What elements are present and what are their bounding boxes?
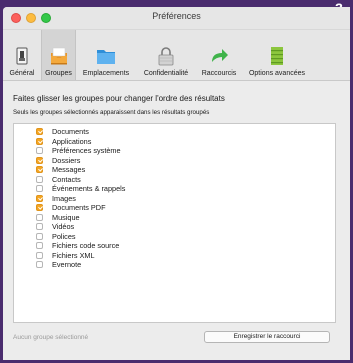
group-label: Polices bbox=[52, 231, 76, 241]
tab-groups[interactable]: Groupes bbox=[41, 30, 76, 80]
group-label: Musique bbox=[52, 212, 80, 222]
preferences-toolbar: Général Groupes Emplacements Confidentia… bbox=[3, 30, 350, 81]
group-row[interactable]: Fichiers code source bbox=[14, 241, 335, 251]
tab-shortcuts[interactable]: Raccourcis bbox=[196, 30, 242, 80]
groups-panel: Faites glisser les groupes pour changer … bbox=[3, 80, 350, 360]
group-checkbox[interactable] bbox=[36, 261, 43, 268]
advanced-options-icon bbox=[271, 47, 283, 65]
group-checkbox[interactable] bbox=[36, 137, 43, 145]
group-row[interactable]: Polices bbox=[14, 232, 335, 242]
switch-icon bbox=[16, 47, 28, 65]
group-label: Applications bbox=[52, 136, 92, 146]
group-checkbox[interactable] bbox=[36, 147, 43, 154]
group-label: Fichiers XML bbox=[52, 250, 95, 260]
group-label: Images bbox=[52, 193, 76, 203]
group-row[interactable]: Fichiers XML bbox=[14, 251, 335, 261]
shortcut-arrow-icon bbox=[212, 49, 228, 62]
tab-privacy[interactable]: Confidentialité bbox=[136, 30, 196, 80]
save-shortcut-button[interactable]: Enregistrer le raccourci bbox=[204, 331, 330, 343]
group-checkbox[interactable] bbox=[36, 232, 43, 240]
group-checkbox[interactable] bbox=[36, 223, 43, 230]
group-row[interactable]: Vidéos bbox=[14, 222, 335, 232]
group-label: Événements & rappels bbox=[52, 184, 126, 193]
group-checkbox[interactable] bbox=[36, 156, 43, 164]
group-row[interactable]: Préférences système bbox=[14, 146, 335, 156]
panel-heading: Faites glisser les groupes pour changer … bbox=[13, 94, 225, 103]
preferences-window: Préférences Général Groupes Emplacements… bbox=[3, 7, 350, 360]
group-checkbox[interactable] bbox=[36, 194, 43, 202]
group-label: Préférences système bbox=[52, 146, 121, 155]
group-label: Vidéos bbox=[52, 222, 75, 231]
group-row[interactable]: Images bbox=[14, 194, 335, 204]
group-row[interactable]: Musique bbox=[14, 213, 335, 223]
group-row[interactable]: Applications bbox=[14, 137, 335, 147]
group-row[interactable]: Contacts bbox=[14, 175, 335, 185]
window-title: Préférences bbox=[152, 11, 201, 21]
group-row[interactable]: Documents bbox=[14, 127, 335, 137]
group-label: Evernote bbox=[52, 260, 82, 269]
group-label: Contacts bbox=[52, 174, 81, 184]
group-label: Documents PDF bbox=[52, 203, 106, 212]
groups-list[interactable]: Documents Applications Préférences système… bbox=[13, 123, 336, 323]
tab-general-label: Général bbox=[9, 70, 35, 77]
group-label: Documents bbox=[52, 127, 89, 136]
group-checkbox[interactable] bbox=[36, 185, 43, 192]
title-bar: Préférences bbox=[3, 7, 350, 30]
group-row[interactable]: Evernote bbox=[14, 260, 335, 270]
group-checkbox[interactable] bbox=[36, 213, 43, 221]
tab-locations-label: Emplacements bbox=[82, 70, 130, 77]
folder-icon bbox=[97, 50, 115, 64]
group-row[interactable]: Messages bbox=[14, 165, 335, 175]
group-label: Fichiers code source bbox=[52, 241, 120, 250]
group-label: Messages bbox=[52, 165, 86, 174]
selection-status: Aucun groupe sélectionné bbox=[13, 334, 89, 341]
tab-groups-label: Groupes bbox=[45, 70, 72, 77]
panel-subheading: Seuls les groupes sélectionnés apparaiss… bbox=[13, 109, 210, 116]
group-checkbox[interactable] bbox=[36, 175, 43, 183]
group-row[interactable]: Documents PDF bbox=[14, 203, 335, 213]
tab-locations[interactable]: Emplacements bbox=[76, 30, 136, 80]
group-checkbox[interactable] bbox=[36, 251, 43, 259]
lock-icon bbox=[158, 47, 174, 66]
group-row[interactable]: Dossiers bbox=[14, 156, 335, 166]
group-checkbox[interactable] bbox=[36, 166, 43, 173]
group-row[interactable]: Événements & rappels bbox=[14, 184, 335, 194]
tab-privacy-label: Confidentialité bbox=[143, 70, 189, 77]
tab-advanced-options-label: Options avancées bbox=[248, 70, 306, 77]
group-checkbox[interactable] bbox=[36, 128, 43, 135]
tab-advanced-options[interactable]: Options avancées bbox=[242, 30, 312, 80]
tab-general[interactable]: Général bbox=[3, 30, 41, 80]
groups-icon bbox=[50, 47, 67, 65]
group-checkbox[interactable] bbox=[36, 204, 43, 211]
group-label: Dossiers bbox=[52, 155, 81, 165]
group-checkbox[interactable] bbox=[36, 242, 43, 249]
tab-shortcuts-label: Raccourcis bbox=[201, 70, 237, 77]
